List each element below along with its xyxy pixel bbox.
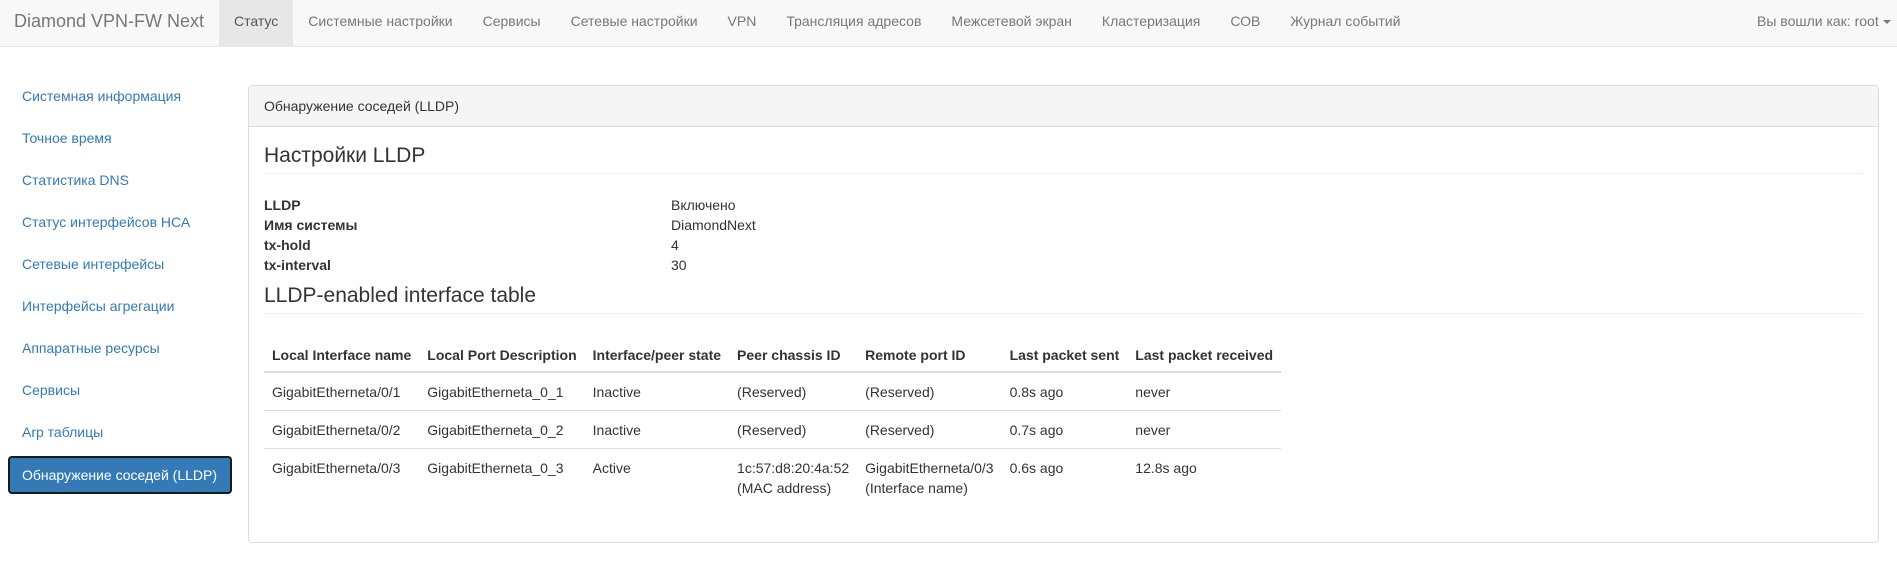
nav-item-services[interactable]: Сервисы — [468, 0, 556, 46]
column-header: Last packet sent — [1001, 338, 1128, 373]
nav-item-status[interactable]: Статус — [219, 0, 294, 46]
settings-value: DiamondNext — [671, 217, 756, 233]
cell-line: (Reserved) — [737, 422, 807, 438]
user-menu-label: Вы вошли как: root — [1757, 13, 1879, 29]
lldp-interface-table: Local Interface name Local Port Descript… — [264, 338, 1282, 507]
table-cell: 0.6s ago — [1009, 460, 1064, 476]
sidebar-item-services[interactable]: Сервисы — [8, 372, 232, 410]
column-header: Interface/peer state — [584, 338, 730, 373]
main-nav: Статус Системные настройки Сервисы Сетев… — [219, 0, 1415, 46]
nav-item-clustering[interactable]: Кластеризация — [1087, 0, 1215, 46]
table-cell: GigabitEtherneta_0_1 — [419, 372, 585, 411]
sidebar-item-dns-stats[interactable]: Статистика DNS — [8, 162, 232, 200]
settings-value: Включено — [671, 197, 736, 213]
settings-key: LLDP — [264, 197, 301, 213]
table-cell: Inactive — [584, 372, 730, 411]
nav-item-vpn[interactable]: VPN — [713, 0, 772, 46]
settings-value: 4 — [671, 237, 679, 253]
panel-body: Настройки LLDP LLDP Включено Имя системы… — [249, 127, 1878, 506]
table-cell: 1c:57:d8:20:4a:52 (MAC address) — [729, 449, 857, 507]
cell-line: (Reserved) — [865, 422, 935, 438]
sidebar-item-system-info[interactable]: Системная информация — [8, 78, 232, 116]
table-cell: 12.8s ago — [1135, 460, 1197, 476]
table-cell: GigabitEtherneta/0/3 (Interface name) — [857, 449, 1001, 507]
settings-key: Имя системы — [264, 217, 358, 233]
table-cell: never — [1127, 410, 1282, 449]
column-header: Peer chassis ID — [729, 338, 858, 373]
table-cell: 0.7s ago — [1001, 410, 1128, 449]
table-cell: GigabitEtherneta/0/2 — [264, 410, 420, 449]
cell-line: GigabitEtherneta/0/3 — [865, 460, 994, 476]
sidebar-item-nsa-interfaces[interactable]: Статус интерфейсов НСА — [8, 204, 232, 242]
settings-value: 30 — [671, 257, 687, 273]
brand-logo[interactable]: Diamond VPN-FW Next — [14, 0, 204, 46]
sidebar-item-aggregation-interfaces[interactable]: Интерфейсы агрегации — [8, 288, 232, 326]
table-row: GigabitEtherneta/0/1 GigabitEtherneta_0_… — [264, 372, 1282, 411]
nav-item-system-settings[interactable]: Системные настройки — [293, 0, 467, 46]
sidebar-item-hardware-resources[interactable]: Аппаратные ресурсы — [8, 330, 232, 368]
nav-item-ids[interactable]: СОВ — [1215, 0, 1275, 46]
sidebar: Системная информация Точное время Статис… — [8, 78, 232, 498]
table-cell: Active — [592, 460, 631, 476]
nav-item-nat[interactable]: Трансляция адресов — [771, 0, 936, 46]
table-row: GigabitEtherneta/0/3 GigabitEtherneta_0_… — [264, 449, 1281, 507]
nav-item-firewall[interactable]: Межсетевой экран — [936, 0, 1087, 46]
table-cell: never — [1127, 372, 1282, 411]
column-header: Local Port Description — [419, 338, 585, 373]
table-cell: (Reserved) — [729, 372, 858, 411]
table-cell: (Reserved) — [729, 410, 858, 449]
table-cell: (Reserved) — [857, 410, 1002, 449]
table-row: GigabitEtherneta/0/2 GigabitEtherneta_0_… — [264, 410, 1282, 449]
caret-down-icon — [1882, 20, 1891, 25]
settings-title: Настройки LLDP — [264, 127, 1863, 174]
lldp-panel: Обнаружение соседей (LLDP) Настройки LLD… — [248, 85, 1879, 543]
settings-key: tx-interval — [264, 257, 331, 273]
table-cell: (Reserved) — [857, 372, 1002, 411]
sidebar-item-arp-tables[interactable]: Arp таблицы — [8, 414, 232, 452]
settings-row: Имя системы DiamondNext — [264, 215, 1863, 235]
nav-item-network-settings[interactable]: Сетевые настройки — [556, 0, 713, 46]
sidebar-item-network-interfaces[interactable]: Сетевые интерфейсы — [8, 246, 232, 284]
table-title: LLDP-enabled interface table — [264, 284, 1863, 314]
table-cell: GigabitEtherneta_0_3 — [427, 460, 564, 476]
column-header: Local Interface name — [264, 338, 420, 373]
table-cell: GigabitEtherneta/0/3 — [272, 460, 401, 476]
cell-line: (Reserved) — [737, 384, 807, 400]
settings-row: LLDP Включено — [264, 195, 1863, 215]
panel-heading: Обнаружение соседей (LLDP) — [249, 86, 1878, 127]
table-cell: 0.8s ago — [1001, 372, 1128, 411]
top-navbar: Diamond VPN-FW Next Статус Системные нас… — [0, 0, 1897, 47]
settings-list: LLDP Включено Имя системы DiamondNext tx… — [264, 195, 1863, 275]
cell-line: (MAC address) — [737, 480, 832, 496]
settings-row: tx-interval 30 — [264, 255, 1863, 275]
user-menu[interactable]: Вы вошли как: root — [1757, 0, 1897, 46]
sidebar-item-ntp[interactable]: Точное время — [8, 120, 232, 158]
table-cell: GigabitEtherneta_0_2 — [419, 410, 585, 449]
cell-line: 1c:57:d8:20:4a:52 — [737, 460, 850, 476]
table-cell: Inactive — [584, 410, 730, 449]
column-header: Remote port ID — [857, 338, 1002, 373]
table-header-row: Local Interface name Local Port Descript… — [264, 338, 1282, 373]
cell-line: (Reserved) — [865, 384, 935, 400]
column-header: Last packet received — [1127, 338, 1282, 373]
settings-row: tx-hold 4 — [264, 235, 1863, 255]
settings-key: tx-hold — [264, 237, 311, 253]
nav-item-event-log[interactable]: Журнал событий — [1275, 0, 1415, 46]
table-cell: GigabitEtherneta/0/1 — [264, 372, 420, 411]
cell-line: (Interface name) — [865, 480, 968, 496]
sidebar-item-lldp[interactable]: Обнаружение соседей (LLDP) — [8, 456, 232, 494]
